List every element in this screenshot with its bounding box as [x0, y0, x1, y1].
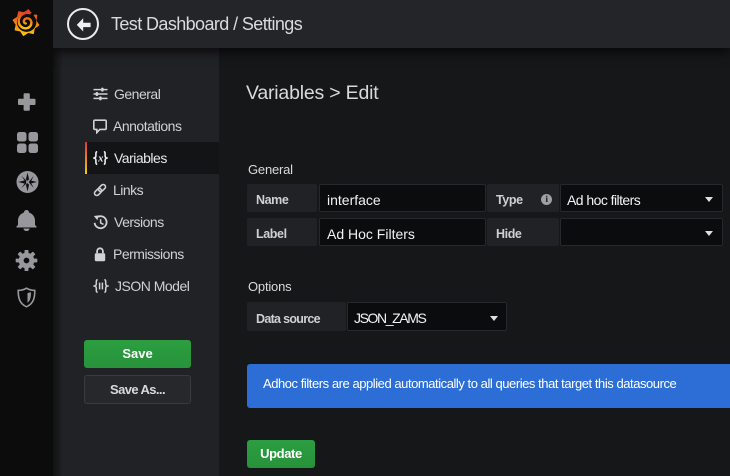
svg-text:x: x — [97, 154, 103, 165]
